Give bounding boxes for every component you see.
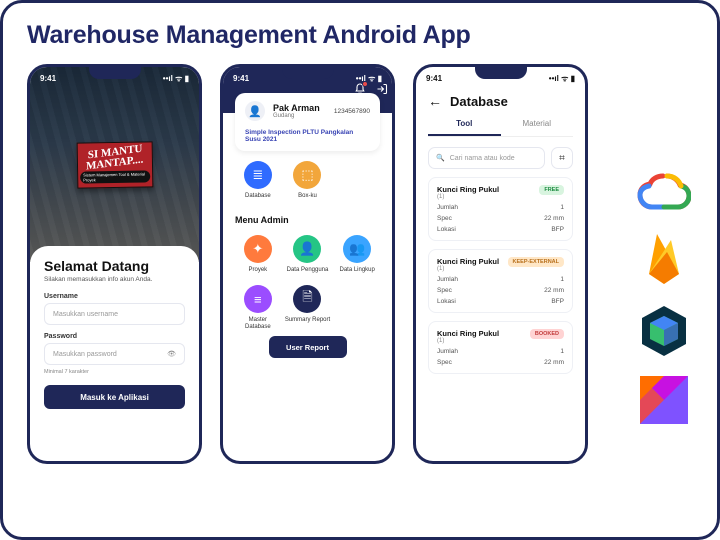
admin-section-title: Menu Admin [235, 215, 380, 225]
user-phone: 1234567890 [334, 108, 370, 115]
kotlin-icon [640, 376, 688, 424]
eye-icon[interactable]: 👁 [167, 350, 176, 358]
inspection-link[interactable]: Simple Inspection PLTU Pangkalan Susu 20… [245, 129, 370, 143]
item-attr: LokasiBFP [437, 298, 564, 305]
database-page-title: Database [450, 94, 508, 109]
proyek-icon: ✦ [244, 235, 272, 263]
top-menu-grid: ≣ Database ⬚ Box-ku [235, 161, 380, 205]
notification-badge [362, 81, 368, 87]
item-name: Kunci Ring Pukul [437, 185, 499, 194]
status-badge: KEEP-EXTERNAL [508, 257, 564, 267]
user-report-button[interactable]: User Report [269, 336, 347, 358]
phone-database: 9:41 ••ıl ᯤ ▮ ← Database Tool Material 🔍… [413, 64, 588, 464]
notification-icon[interactable] [354, 83, 366, 98]
menu-database[interactable]: ≣ Database [235, 161, 281, 205]
item-count: (1) [437, 338, 499, 344]
database-item[interactable]: Kunci Ring Pukul(1) FREE Jumlah1 Spec22 mm L… [428, 177, 573, 241]
status-badge: BOOKED [530, 329, 564, 339]
status-time: 9:41 [426, 74, 442, 83]
notch [475, 67, 527, 79]
search-icon: 🔍 [436, 154, 445, 162]
item-attr: Jumlah1 [437, 348, 564, 355]
password-input[interactable]: Masukkan password 👁 [44, 343, 185, 365]
database-item[interactable]: Kunci Ring Pukul(1) KEEP-EXTERNAL Jumlah1 S… [428, 249, 573, 313]
phone-row: 9:41 ••ıl ᯤ ▮ SI MANTU MANTAP.... Sistem… [27, 64, 693, 464]
group-icon: 👥 [343, 235, 371, 263]
database-tabs: Tool Material [428, 119, 573, 137]
menu-data-lingkup[interactable]: 👥 Data Lingkup [334, 235, 380, 279]
admin-menu-grid: ✦ Proyek 👤 Data Pengguna 👥 Data Lingkup … [235, 235, 380, 330]
box-icon: ⬚ [293, 161, 321, 189]
menu-label: Master Database [235, 317, 281, 330]
firebase-icon [643, 230, 685, 286]
username-placeholder: Masukkan username [53, 311, 118, 318]
status-icons: ••ıl ᯤ ▮ [356, 73, 382, 84]
database-item[interactable]: Kunci Ring Pukul(1) BOOKED Jumlah1 Spec22 m… [428, 321, 573, 374]
phone-dashboard: 9:41 ••ıl ᯤ ▮ 👤 Pak Arman Guda [220, 64, 395, 464]
dashboard-body: 👤 Pak Arman Gudang 1234567890 Simple Ins… [223, 113, 392, 368]
item-attr: Spec22 mm [437, 215, 564, 222]
password-hint: Minimal 7 karakter [44, 369, 185, 375]
menu-label: Data Lingkup [339, 267, 374, 279]
status-icons: ••ıl ᯤ ▮ [163, 73, 189, 84]
menu-label: Data Pengguna [287, 267, 329, 279]
login-button[interactable]: Masuk ke Aplikasi [44, 385, 185, 409]
app-logo-banner: SI MANTU MANTAP.... Sistem Manajemen Too… [76, 141, 153, 188]
password-placeholder: Masukkan password [53, 351, 117, 358]
tab-material[interactable]: Material [501, 119, 574, 136]
status-time: 9:41 [40, 74, 56, 83]
user-card: 👤 Pak Arman Gudang 1234567890 Simple Ins… [235, 93, 380, 151]
item-count: (1) [437, 266, 499, 272]
menu-master-database[interactable]: ≡ Master Database [235, 285, 281, 330]
menu-label: Summary Report [285, 317, 330, 329]
qr-icon: ⌗ [559, 153, 565, 164]
user-role: Gudang [273, 113, 320, 119]
jetpack-compose-icon [639, 304, 689, 358]
scan-qr-button[interactable]: ⌗ [551, 147, 573, 169]
user-name: Pak Arman [273, 103, 320, 113]
back-icon[interactable]: ← [428, 93, 442, 109]
item-attr: Jumlah1 [437, 204, 564, 211]
search-input[interactable]: 🔍 Cari nama atau kode [428, 147, 545, 169]
menu-data-pengguna[interactable]: 👤 Data Pengguna [285, 235, 331, 279]
menu-proyek[interactable]: ✦ Proyek [235, 235, 281, 279]
tab-tool[interactable]: Tool [428, 119, 501, 136]
menu-summary-report[interactable]: 🗎 Summary Report [285, 285, 331, 330]
item-attr: Jumlah1 [437, 276, 564, 283]
login-sheet: Selamat Datang Silakan memasukkan info a… [30, 246, 199, 421]
page-title: Warehouse Management Android App [27, 21, 693, 50]
welcome-heading: Selamat Datang [44, 258, 185, 274]
password-label: Password [44, 333, 185, 340]
welcome-subtitle: Silakan memasukkan info akun Anda. [44, 276, 185, 283]
item-attr: LokasiBFP [437, 226, 564, 233]
notch [89, 67, 141, 79]
username-label: Username [44, 293, 185, 300]
phone-login: 9:41 ••ıl ᯤ ▮ SI MANTU MANTAP.... Sistem… [27, 64, 202, 464]
search-placeholder: Cari nama atau kode [450, 155, 515, 162]
menu-label: Proyek [248, 267, 267, 279]
item-attr: Spec22 mm [437, 359, 564, 366]
status-time: 9:41 [233, 74, 249, 83]
item-attr: Spec22 mm [437, 287, 564, 294]
notch [282, 67, 334, 79]
status-icons: ••ıl ᯤ ▮ [549, 73, 575, 84]
login-hero: 9:41 ••ıl ᯤ ▮ SI MANTU MANTAP.... Sistem… [30, 67, 199, 262]
item-name: Kunci Ring Pukul [437, 257, 499, 266]
menu-label: Database [245, 193, 271, 205]
status-badge: FREE [539, 185, 564, 195]
master-db-icon: ≡ [244, 285, 272, 313]
database-icon: ≣ [244, 161, 272, 189]
menu-boxku[interactable]: ⬚ Box-ku [285, 161, 331, 205]
logout-icon[interactable] [376, 83, 388, 98]
item-name: Kunci Ring Pukul [437, 329, 499, 338]
database-body: ← Database Tool Material 🔍 Cari nama ata… [416, 85, 585, 380]
report-icon: 🗎 [293, 285, 321, 313]
google-cloud-icon [637, 168, 691, 212]
item-count: (1) [437, 194, 499, 200]
user-icon: 👤 [293, 235, 321, 263]
tech-logos [637, 168, 691, 424]
username-input[interactable]: Masukkan username [44, 303, 185, 325]
menu-label: Box-ku [298, 193, 317, 205]
avatar-icon: 👤 [245, 101, 265, 121]
